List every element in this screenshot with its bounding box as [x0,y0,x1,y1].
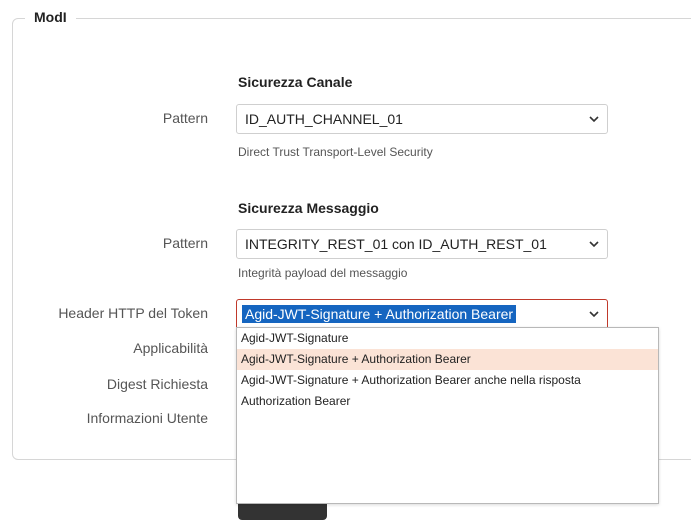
canale-pattern-select[interactable]: ID_AUTH_CHANNEL_01 [236,104,608,134]
messaggio-pattern-label: Pattern [162,235,208,251]
canale-pattern-value: ID_AUTH_CHANNEL_01 [245,111,403,127]
header-token-dropdown: Agid-JWT-Signature Agid-JWT-Signature + … [236,327,659,504]
header-token-value: Agid-JWT-Signature + Authorization Beare… [242,305,517,323]
applicabilita-label: Applicabilità [133,340,208,356]
section-title-messaggio: Sicurezza Messaggio [238,200,379,216]
digest-richiesta-label: Digest Richiesta [106,376,208,392]
chevron-down-icon [589,116,599,123]
canale-pattern-help: Direct Trust Transport-Level Security [238,145,433,159]
dropdown-option[interactable]: Authorization Bearer [237,391,658,412]
chevron-down-icon [589,241,599,248]
messaggio-pattern-help: Integrità payload del messaggio [238,266,408,280]
messaggio-pattern-select[interactable]: INTEGRITY_REST_01 con ID_AUTH_REST_01 [236,229,608,259]
canale-pattern-label: Pattern [162,110,208,126]
header-token-label: Header HTTP del Token [58,305,208,321]
dropdown-option[interactable]: Agid-JWT-Signature [237,328,658,349]
panel-legend: ModI [25,9,76,25]
modi-page: ModI Sicurezza Canale Pattern ID_AUTH_CH… [0,0,691,524]
section-title-canale: Sicurezza Canale [238,74,353,90]
informazioni-utente-label: Informazioni Utente [86,410,208,426]
dropdown-option[interactable]: Agid-JWT-Signature + Authorization Beare… [237,370,658,391]
messaggio-pattern-value: INTEGRITY_REST_01 con ID_AUTH_REST_01 [245,236,547,252]
header-token-select[interactable]: Agid-JWT-Signature + Authorization Beare… [236,299,608,329]
chevron-down-icon [589,311,599,318]
dropdown-option-selected[interactable]: Agid-JWT-Signature + Authorization Beare… [237,349,658,370]
